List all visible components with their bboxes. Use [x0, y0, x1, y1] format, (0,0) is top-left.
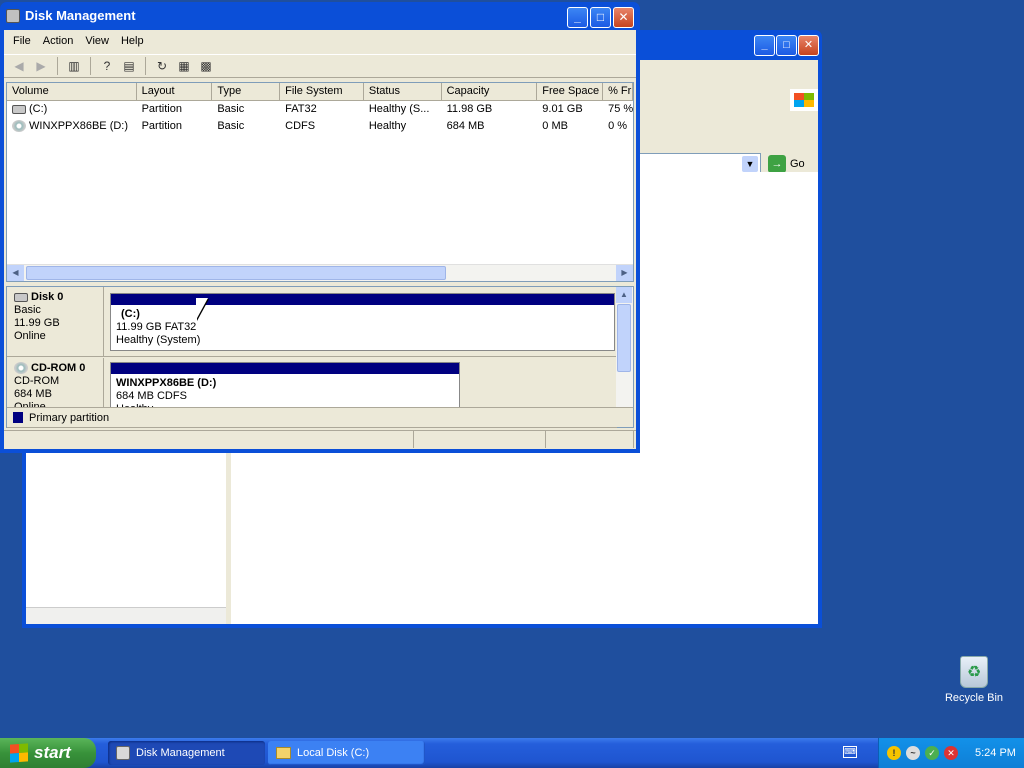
task-disk-management[interactable]: Disk Management [108, 741, 265, 765]
list-header: Volume Layout Type File System Status Ca… [7, 83, 633, 101]
windows-flag-icon [10, 743, 28, 763]
maximize-button[interactable]: □ [590, 7, 611, 28]
disk-management-icon [6, 8, 20, 23]
scroll-thumb[interactable] [26, 266, 446, 280]
menu-action[interactable]: Action [37, 35, 80, 47]
rescan-icon[interactable]: ▦ [175, 57, 193, 75]
hard-drive-icon [14, 292, 28, 302]
col-capacity[interactable]: Capacity [442, 83, 538, 100]
recycle-bin[interactable]: ♻ Recycle Bin [942, 656, 1006, 704]
security-shield-icon[interactable]: ! [887, 746, 901, 760]
disk-management-window[interactable]: Disk Management _ □ ✕ File Action View H… [0, 2, 640, 453]
minimize-button[interactable]: _ [567, 7, 588, 28]
disk-row[interactable]: Disk 0 Basic 11.99 GB Online (C:) 11.99 … [7, 287, 617, 357]
settings-icon[interactable]: ▩ [197, 57, 215, 75]
chevron-down-icon[interactable]: ▼ [742, 156, 758, 172]
col-percent-free[interactable]: % Fr [603, 83, 633, 100]
show-hide-tree-icon[interactable]: ▥ [65, 57, 83, 75]
menu-view[interactable]: View [79, 35, 115, 47]
task-local-disk[interactable]: Local Disk (C:) [268, 741, 425, 765]
disk-label[interactable]: Disk 0 Basic 11.99 GB Online [7, 287, 104, 356]
table-row[interactable]: (C:) Partition Basic FAT32 Healthy (S...… [7, 101, 633, 118]
forward-icon[interactable]: ▶ [32, 57, 50, 75]
menu-file[interactable]: File [7, 35, 37, 47]
scroll-left-icon[interactable]: ◀ [7, 265, 24, 281]
scroll-right-icon[interactable]: ▶ [616, 265, 633, 281]
windows-logo-icon [790, 89, 818, 111]
refresh-icon[interactable]: ↻ [153, 57, 171, 75]
cd-drive-icon [14, 362, 28, 375]
maximize-button[interactable]: □ [776, 35, 797, 56]
partition-c[interactable]: (C:) 11.99 GB FAT32 Healthy (System) [110, 293, 615, 351]
minimize-button[interactable]: _ [754, 35, 775, 56]
primary-partition-swatch [13, 412, 23, 423]
hard-drive-icon [12, 104, 26, 114]
scroll-thumb[interactable] [617, 304, 631, 372]
volume-list[interactable]: Volume Layout Type File System Status Ca… [6, 82, 634, 282]
clock[interactable]: 5:24 PM [975, 747, 1016, 759]
toolbar: ◀ ▶ ▥ ? ▤ ↻ ▦ ▩ [4, 54, 636, 78]
menu-bar: File Action View Help [4, 30, 636, 52]
table-row[interactable]: WINXPPX86BE (D:) Partition Basic CDFS He… [7, 118, 633, 135]
taskbar: start Disk Management Local Disk (C:) ⌨ … [0, 738, 1024, 768]
network-icon[interactable]: ~ [906, 746, 920, 760]
security-alert-icon[interactable]: ✕ [944, 746, 958, 760]
close-button[interactable]: ✕ [613, 7, 634, 28]
keyboard-icon[interactable]: ⌨ [843, 746, 857, 758]
folder-icon [276, 747, 291, 759]
back-icon[interactable]: ◀ [10, 57, 28, 75]
col-filesystem[interactable]: File System [280, 83, 364, 100]
update-icon[interactable]: ✓ [925, 746, 939, 760]
vertical-scrollbar[interactable]: ▲ ▼ [616, 287, 633, 427]
status-bar [4, 430, 636, 448]
system-tray: ! ~ ✓ ✕ 5:24 PM [878, 738, 1024, 768]
close-button[interactable]: ✕ [798, 35, 819, 56]
primary-partition-bar [111, 294, 614, 305]
menu-help[interactable]: Help [115, 35, 150, 47]
scroll-up-icon[interactable]: ▲ [616, 287, 632, 303]
help-icon[interactable]: ? [98, 57, 116, 75]
mouse-cursor-icon [196, 298, 208, 320]
col-free-space[interactable]: Free Space [537, 83, 604, 100]
col-layout[interactable]: Layout [137, 83, 213, 100]
arrow-right-icon: → [768, 155, 786, 173]
legend: Primary partition [7, 407, 633, 427]
start-button[interactable]: start [0, 738, 96, 768]
disk-management-icon [116, 746, 130, 760]
dm-client: File Action View Help ◀ ▶ ▥ ? ▤ ↻ ▦ ▩ Vo… [4, 30, 636, 449]
properties-icon[interactable]: ▤ [120, 57, 138, 75]
disk-graphical-view[interactable]: Disk 0 Basic 11.99 GB Online (C:) 11.99 … [6, 286, 634, 428]
horizontal-scrollbar[interactable]: ◀ ▶ [7, 264, 633, 281]
primary-partition-bar [111, 363, 459, 374]
col-volume[interactable]: Volume [7, 83, 137, 100]
recycle-bin-icon: ♻ [960, 656, 988, 688]
cd-drive-icon [12, 120, 26, 133]
col-type[interactable]: Type [212, 83, 281, 100]
horizontal-scrollbar[interactable] [26, 607, 226, 624]
window-title: Disk Management [6, 8, 136, 23]
col-status[interactable]: Status [364, 83, 442, 100]
